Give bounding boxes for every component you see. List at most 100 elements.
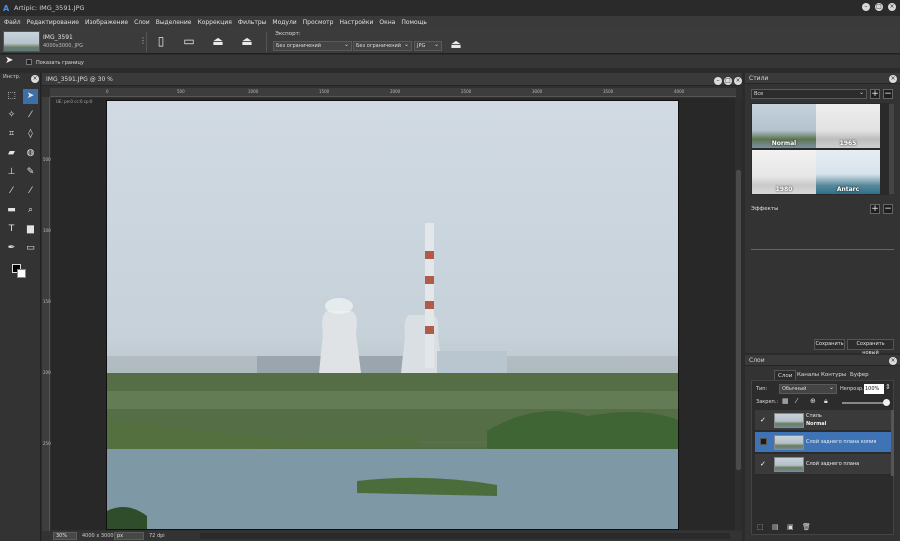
menu-settings[interactable]: Настройки <box>339 19 373 26</box>
opacity-input[interactable]: 100% <box>864 384 884 394</box>
menu-image[interactable]: Изображение <box>85 19 128 26</box>
close-icon[interactable]: × <box>888 3 896 11</box>
layer-mask-icon[interactable]: ▣ <box>787 523 794 531</box>
ruler-tick: 2000 <box>390 89 401 94</box>
menu-view[interactable]: Просмотр <box>303 19 334 26</box>
menu-edit[interactable]: Редактирование <box>27 19 79 26</box>
opacity-spinner-icon[interactable]: ⇕ <box>885 383 891 391</box>
unit-select[interactable]: px <box>114 532 144 540</box>
delete-layer-icon[interactable]: 🗑︎ <box>802 523 811 531</box>
menu-layers[interactable]: Слои <box>134 19 150 26</box>
tab-paths[interactable]: Контуры <box>818 370 849 380</box>
brush-icon[interactable]: ⁄ <box>23 108 38 123</box>
tab-layers[interactable]: Слои <box>774 370 797 380</box>
layer-row-background[interactable]: ✓ Слой заднего плана <box>755 454 891 475</box>
lock-all-icon[interactable]: 🔒︎ <box>824 397 828 406</box>
shape-icon[interactable]: ▭ <box>23 241 38 256</box>
canvas-close-icon[interactable]: × <box>734 77 742 85</box>
export-size-select-1[interactable]: Без ограничений <box>273 41 352 51</box>
menu-windows[interactable]: Окна <box>379 19 395 26</box>
remove-effect-icon[interactable]: − <box>883 204 893 214</box>
save-icon[interactable]: ⏏ <box>211 34 225 48</box>
fill-slider-track[interactable] <box>842 402 886 404</box>
fill-slider-handle[interactable] <box>883 399 890 406</box>
photo-canvas[interactable] <box>106 100 679 530</box>
style-thumb-normal[interactable]: Normal <box>752 104 816 148</box>
menu-help[interactable]: Помощь <box>401 19 427 26</box>
menu-adjust[interactable]: Коррекция <box>197 19 231 26</box>
pointer-icon[interactable]: ➤ <box>23 89 38 104</box>
style-thumb-1965[interactable]: 1965 <box>816 104 880 148</box>
new-layer-icon[interactable]: ▤ <box>772 523 779 531</box>
canvas-scroll-thumb[interactable] <box>736 170 741 470</box>
save-new-style-button[interactable]: Сохранить новый <box>847 339 894 356</box>
plant-building <box>437 351 507 373</box>
pencil-icon[interactable]: ✎ <box>23 165 38 180</box>
menu-filters[interactable]: Фильтры <box>238 19 266 26</box>
app-logo: A <box>3 3 10 13</box>
layer-visibility-check[interactable]: ✓ <box>760 460 768 468</box>
new-document-icon[interactable]: ▯ <box>154 34 168 48</box>
lock-paint-icon[interactable]: ⁄ <box>796 397 797 405</box>
drop-icon[interactable]: ◊ <box>23 127 38 142</box>
canvas-horizontal-scrollbar[interactable] <box>200 533 730 539</box>
blend-mode-select[interactable]: Обычный <box>779 384 837 394</box>
save-as-icon[interactable]: ⏏ <box>240 34 254 48</box>
tool-options-bar <box>0 55 900 68</box>
add-style-icon[interactable]: + <box>870 89 880 99</box>
style-thumb-1980[interactable]: 1980 <box>752 150 816 194</box>
layers-close-icon[interactable]: × <box>889 357 897 365</box>
remove-style-icon[interactable]: − <box>883 89 893 99</box>
add-effect-icon[interactable]: + <box>870 204 880 214</box>
menu-plugins[interactable]: Модули <box>272 19 296 26</box>
maximize-icon[interactable]: □ <box>875 3 883 11</box>
styles-close-icon[interactable]: × <box>889 75 897 83</box>
toolbox-close-icon[interactable]: × <box>31 75 39 83</box>
layer-info-hint: UE: ре:0 сс:0 ср:0 <box>56 99 93 104</box>
background-color-swatch[interactable] <box>17 269 26 278</box>
zoom-icon[interactable]: ⌕ <box>23 203 38 218</box>
layer-style-name: Normal <box>806 421 827 427</box>
magic-wand-icon[interactable]: ✧ <box>4 108 19 123</box>
export-format-select[interactable]: JPG <box>414 41 442 51</box>
open-folder-icon[interactable]: ▭ <box>182 34 196 48</box>
export-icon[interactable]: ⏏ <box>449 37 463 51</box>
layers-scrollbar[interactable] <box>891 410 894 476</box>
minimize-icon[interactable]: – <box>862 3 870 11</box>
canvas-maximize-icon[interactable]: □ <box>724 77 732 85</box>
lasso-icon[interactable]: ⬚ <box>4 89 19 104</box>
layer-row-style[interactable]: ✓ Стиль Normal <box>755 410 891 431</box>
color-picker-icon[interactable]: ⁄ <box>23 184 38 199</box>
export-size-select-2[interactable]: Без ограничений <box>353 41 412 51</box>
eyedropper-icon[interactable]: ⁄ <box>4 184 19 199</box>
menu-select[interactable]: Выделение <box>156 19 192 26</box>
style-thumb-antarc[interactable]: Antarc <box>816 150 880 194</box>
show-bounds-checkbox[interactable] <box>26 59 32 65</box>
style-thumb-label: Antarc <box>836 186 860 193</box>
ruler-horizontal: 0 500 1000 1500 2000 2500 3000 3500 4000 <box>50 88 736 97</box>
menu-file[interactable]: Файл <box>4 19 21 26</box>
layer-row-background-copy[interactable]: Слой заднего плана копия <box>755 432 891 453</box>
save-style-button[interactable]: Сохранить <box>814 339 845 350</box>
lock-transparency-icon[interactable]: ▦ <box>782 397 789 405</box>
chimney-band <box>425 251 434 259</box>
styles-scrollbar[interactable] <box>889 104 894 194</box>
layer-visibility-check[interactable] <box>760 438 767 445</box>
canvas-tab-title[interactable]: IMG_3591.JPG @ 30 % <box>46 76 113 83</box>
fill-icon[interactable]: ▬ <box>4 203 19 218</box>
document-thumbnail[interactable] <box>3 31 40 52</box>
stamp-icon[interactable]: ⊥ <box>4 165 19 180</box>
gradient-icon[interactable]: ▆ <box>23 222 38 237</box>
pen-icon[interactable]: ✒ <box>4 241 19 256</box>
styles-filter-select[interactable]: Все <box>751 89 867 99</box>
blur-icon[interactable]: ◍ <box>23 146 38 161</box>
new-group-icon[interactable]: ⬚ <box>757 523 764 531</box>
lock-position-icon[interactable]: ⊕ <box>810 397 816 405</box>
layer-visibility-check[interactable]: ✓ <box>760 416 768 424</box>
canvas-minimize-icon[interactable]: – <box>714 77 722 85</box>
tab-buffer[interactable]: Буфер <box>847 370 872 380</box>
eraser-icon[interactable]: ▰ <box>4 146 19 161</box>
crop-icon[interactable]: ⌗ <box>4 127 19 142</box>
zoom-field[interactable]: 30% <box>53 532 77 540</box>
text-icon[interactable]: T <box>4 222 19 237</box>
